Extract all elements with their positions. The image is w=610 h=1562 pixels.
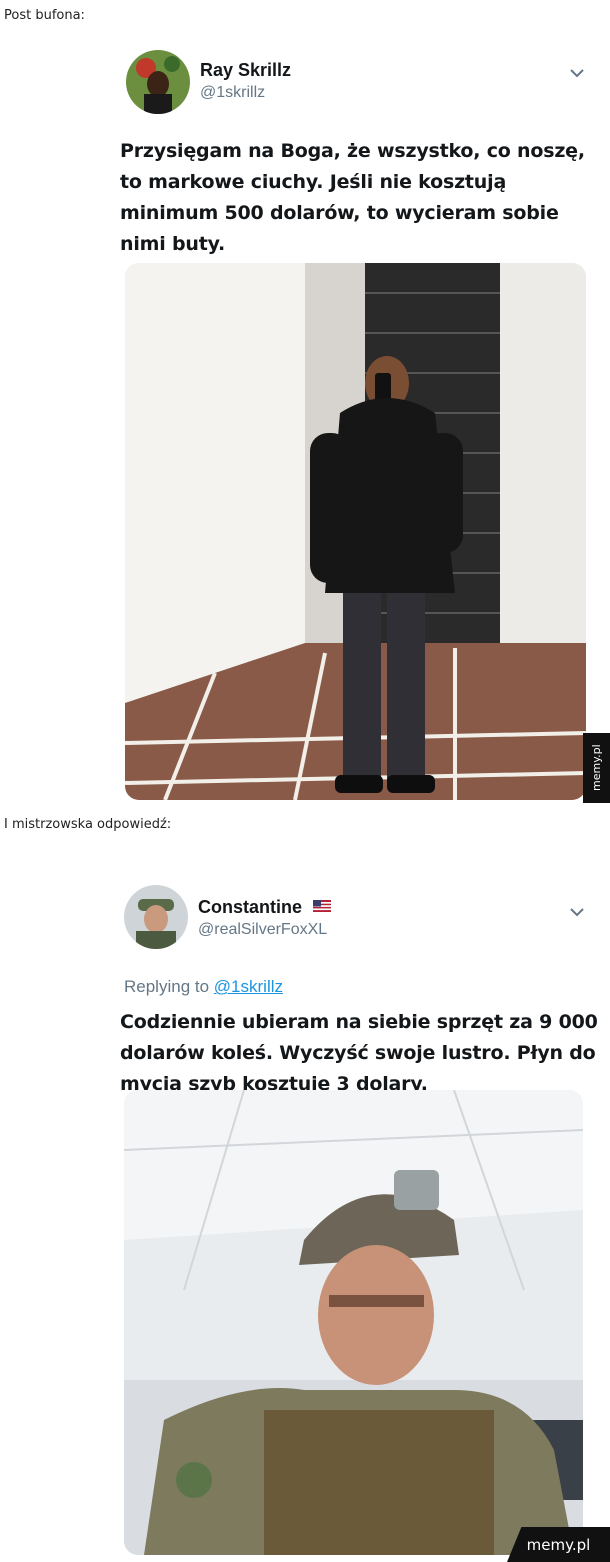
author-name[interactable]: Constantine bbox=[198, 897, 332, 918]
tweet-line: Przysięgam na Boga, że wszystko, co nosz… bbox=[120, 140, 585, 162]
us-flag-icon bbox=[313, 900, 332, 912]
tweet-photo-mirror-selfie[interactable] bbox=[125, 263, 586, 800]
tweet-line: nimi buty. bbox=[120, 233, 226, 255]
tweet-original: Ray Skrillz @1skrillz Przysięgam na Boga… bbox=[108, 40, 598, 800]
chevron-down-icon[interactable] bbox=[568, 66, 586, 80]
chevron-down-icon[interactable] bbox=[568, 905, 586, 919]
author-name[interactable]: Ray Skrillz bbox=[200, 60, 291, 81]
watermark-memy-side: memy.pl bbox=[583, 733, 610, 803]
tweet-photo-soldier[interactable] bbox=[124, 1090, 583, 1555]
tweet-line: minimum 500 dolarów, to wycieram sobie bbox=[120, 202, 559, 224]
author-handle[interactable]: @realSilverFoxXL bbox=[198, 921, 327, 939]
avatar[interactable] bbox=[124, 885, 188, 949]
tweet-reply: Constantine @realSilverFoxXL Replying to… bbox=[108, 875, 598, 1555]
mention-link[interactable]: @1skrillz bbox=[214, 977, 283, 996]
author-handle[interactable]: @1skrillz bbox=[200, 84, 265, 102]
replying-to: Replying to @1skrillz bbox=[124, 977, 283, 997]
replying-label: Replying to bbox=[124, 977, 210, 996]
tweet-line: dolarów koleś. Wyczyść swoje lustro. Pły… bbox=[120, 1042, 596, 1064]
tweet-line: Codziennie ubieram na siebie sprzęt za 9… bbox=[120, 1011, 598, 1033]
tweet-text: Przysięgam na Boga, że wszystko, co nosz… bbox=[120, 136, 585, 260]
author-name-text[interactable]: Constantine bbox=[198, 897, 302, 917]
avatar[interactable] bbox=[126, 50, 190, 114]
caption-post: Post bufona: bbox=[4, 8, 85, 23]
tweet-line: to markowe ciuchy. Jeśli nie kosztują bbox=[120, 171, 507, 193]
watermark-memy-corner: memy.pl bbox=[507, 1527, 610, 1562]
caption-reply: I mistrzowska odpowiedź: bbox=[4, 817, 172, 832]
tweet-text: Codziennie ubieram na siebie sprzęt za 9… bbox=[120, 1007, 598, 1100]
